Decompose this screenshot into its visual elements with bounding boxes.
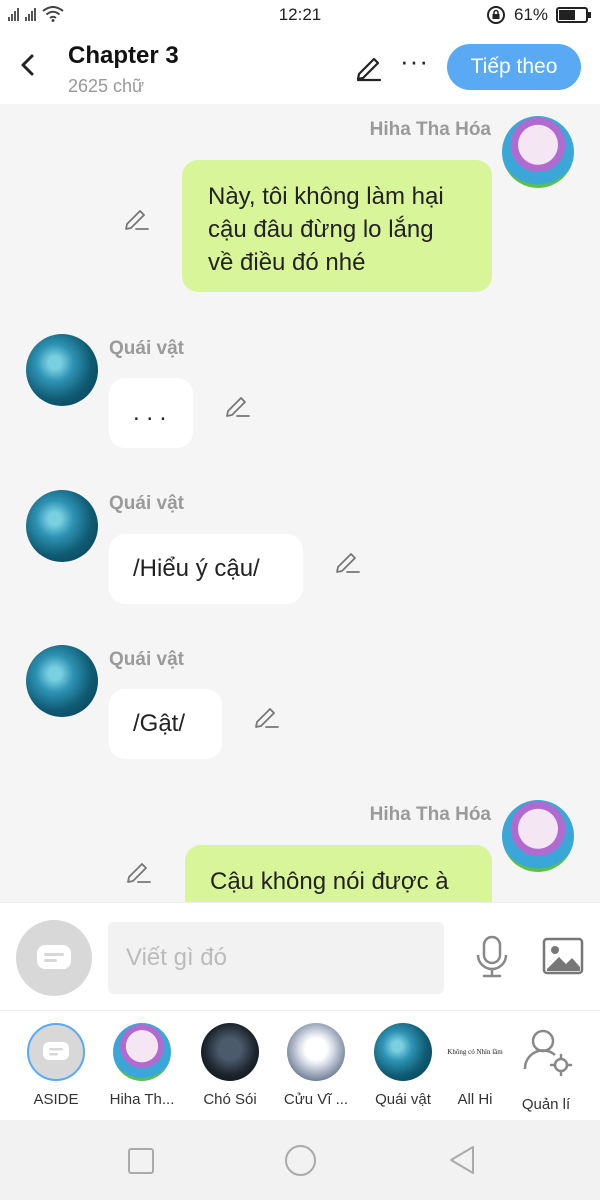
microphone-icon[interactable] (474, 935, 510, 979)
battery-level (559, 10, 575, 20)
avatar (201, 1023, 259, 1081)
avatar[interactable] (26, 490, 98, 562)
message-bubble[interactable]: . . . (109, 378, 193, 448)
user-settings-icon (523, 1029, 573, 1077)
character-bar: ASIDE Hiha Th... Chó Sói Cửu Vĩ ... Quái… (0, 1010, 600, 1120)
message-bubble[interactable]: /Hiểu ý cậu/ (109, 534, 303, 604)
status-right: 61% (486, 5, 591, 25)
character-cho-soi[interactable]: Chó Sói (190, 1023, 270, 1108)
chat-area[interactable]: Hiha Tha Hóa Này, tôi không làm hại cậu … (0, 104, 600, 902)
edit-pencil-icon[interactable] (335, 548, 361, 574)
message-line: Cậu không nói được à (210, 868, 449, 895)
edit-pencil-icon[interactable] (354, 52, 384, 82)
message-bubble[interactable]: Này, tôi không làm hại cậu đâu đừng lo l… (182, 160, 492, 292)
chapter-title: Chapter 3 (68, 42, 179, 69)
character-label: ASIDE (33, 1091, 79, 1108)
avatar (27, 1023, 85, 1081)
avatar[interactable] (26, 334, 98, 406)
edit-pencil-icon[interactable] (254, 703, 280, 729)
character-aside[interactable]: ASIDE (16, 1023, 96, 1108)
message-bubble[interactable]: Cậu không nói được à (185, 845, 492, 902)
chapter-header: Chapter 3 2625 chữ ··· Tiếp theo (0, 32, 600, 104)
character-cuu-vi[interactable]: Cửu Vĩ ... (276, 1023, 356, 1108)
image-icon[interactable] (542, 937, 584, 975)
message-input[interactable]: Viết gì đó (108, 922, 444, 994)
character-label: Hiha Th... (109, 1091, 175, 1108)
avatar (287, 1023, 345, 1081)
message-input-bar: Viết gì đó (0, 902, 600, 1010)
rotation-lock-icon (486, 6, 505, 24)
character-label: Quản lí (521, 1096, 571, 1113)
status-bar: 12:21 61% (0, 0, 600, 32)
back-arrow-icon[interactable] (16, 50, 40, 80)
system-nav-bar (0, 1120, 600, 1200)
battery-icon (556, 7, 591, 23)
next-chapter-button[interactable]: Tiếp theo (447, 44, 581, 90)
recent-apps-button[interactable] (128, 1148, 154, 1174)
avatar: Không có Nhìn lầm (446, 1023, 504, 1081)
home-button[interactable] (285, 1145, 316, 1176)
message-line: Này, tôi không làm hại (208, 183, 444, 210)
avatar (374, 1023, 432, 1081)
avatar[interactable] (502, 800, 574, 872)
character-label: Chó Sói (203, 1091, 257, 1108)
avatar[interactable] (502, 116, 574, 188)
message-line: . . . (133, 399, 167, 426)
chat-bubble-icon (43, 1042, 69, 1060)
message-line: cậu đâu đừng lo lắng (208, 216, 434, 243)
message-line: /Hiểu ý cậu/ (133, 555, 260, 582)
sender-name: Hiha Tha Hóa (369, 119, 491, 140)
more-options-button[interactable]: ··· (400, 46, 429, 77)
aside-toggle-button[interactable] (16, 920, 92, 996)
avatar[interactable] (26, 645, 98, 717)
message-bubble[interactable]: /Gật/ (109, 689, 222, 759)
character-quai-vat[interactable]: Quái vật (363, 1023, 443, 1108)
sender-name: Quái vật (109, 338, 184, 359)
message-line: về điều đó nhé (208, 249, 366, 276)
sender-name: Quái vật (109, 493, 184, 514)
battery-percent: 61% (513, 5, 548, 24)
edit-pencil-icon[interactable] (225, 392, 251, 418)
back-triangle-icon[interactable] (447, 1144, 477, 1176)
character-all-hi[interactable]: Không có Nhìn lầm All Hi (435, 1023, 515, 1108)
sender-name: Hiha Tha Hóa (369, 804, 491, 825)
avatar (113, 1023, 171, 1081)
manage-characters[interactable]: Quản lí (506, 1023, 586, 1113)
word-count: 2625 chữ (68, 76, 145, 96)
edit-pencil-icon[interactable] (126, 858, 152, 884)
character-hiha[interactable]: Hiha Th... (102, 1023, 182, 1108)
edit-pencil-icon[interactable] (124, 205, 150, 231)
character-label: Cửu Vĩ ... (283, 1091, 349, 1108)
chat-bubble-icon (37, 945, 71, 969)
message-line: /Gật/ (133, 710, 186, 737)
sender-name: Quái vật (109, 649, 184, 670)
character-label: All Hi (457, 1091, 493, 1108)
character-label: Quái vật (375, 1091, 431, 1108)
